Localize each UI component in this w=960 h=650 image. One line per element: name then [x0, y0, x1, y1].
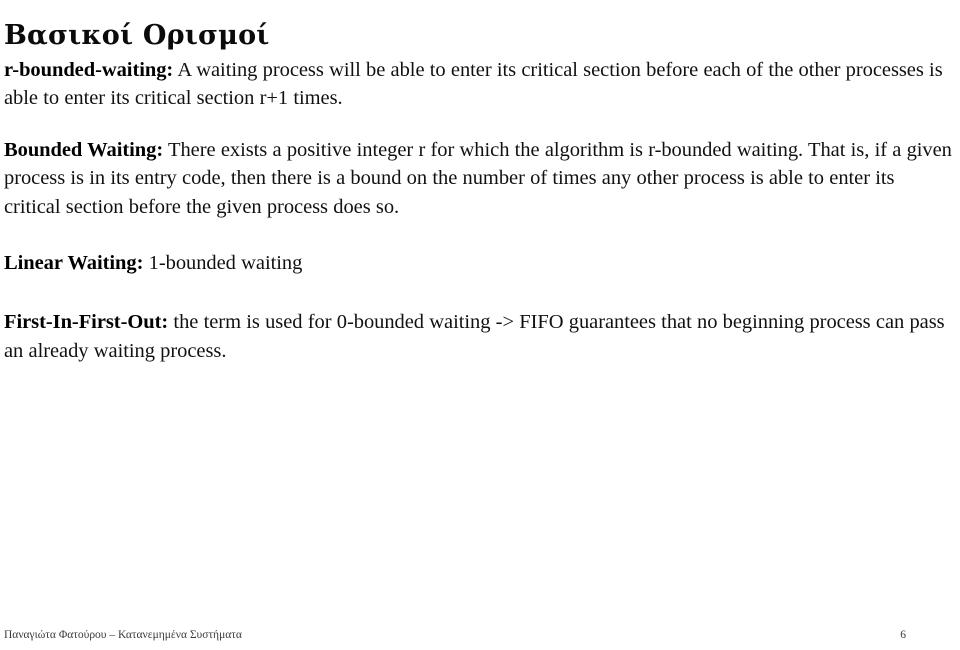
footer-page-number: 6	[900, 629, 906, 641]
slide-footer: Παναγιώτα Φατούρου – Κατανεμημένα Συστήμ…	[4, 628, 956, 646]
footer-author-course: Παναγιώτα Φατούρου – Κατανεμημένα Συστήμ…	[4, 629, 242, 641]
definition-term: First-In-First-Out:	[4, 311, 169, 334]
definition-item-first-in-first-out: First-In-First-Out: the term is used for…	[4, 308, 956, 365]
slide: Βασικοί Ορισμοί r-bounded-waiting: A wai…	[0, 0, 960, 650]
definition-item-bounded-waiting: Bounded Waiting: There exists a positive…	[4, 136, 956, 221]
definition-term: Linear Waiting:	[4, 252, 144, 275]
definition-term: Bounded Waiting:	[4, 138, 164, 161]
page-title: Βασικοί Ορισμοί	[4, 20, 270, 52]
definition-item-r-bounded-waiting: r-bounded-waiting: A waiting process wil…	[4, 56, 956, 113]
definition-text: 1-bounded waiting	[143, 252, 303, 275]
definition-item-linear-waiting: Linear Waiting: 1-bounded waiting	[4, 249, 956, 277]
definitions-list: r-bounded-waiting: A waiting process wil…	[4, 56, 956, 365]
definition-term: r-bounded-waiting:	[4, 59, 174, 81]
